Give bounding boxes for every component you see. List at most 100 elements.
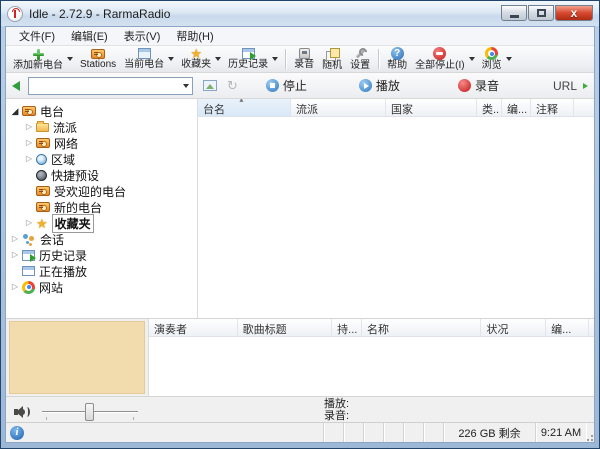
favorites-button[interactable]: ★ 收藏夹 <box>177 47 215 72</box>
column-encoding[interactable]: 编... <box>546 319 589 336</box>
collapse-icon[interactable]: ◢ <box>9 103 21 119</box>
back-icon[interactable] <box>12 80 20 91</box>
add-station-button[interactable]: 添加新电台 <box>9 47 67 72</box>
station-tree: ◢ 电台 ▷ 流派 ▷ 网络 ▷ 区域 快捷预设 受欢迎的电台 新的电台 ▷ ★… <box>6 99 198 318</box>
history-button[interactable]: 历史记录 <box>224 47 272 72</box>
address-dropdown[interactable] <box>183 83 189 88</box>
column-status[interactable]: 状况 <box>481 319 547 336</box>
tree-item-networks[interactable]: ▷ 网络 <box>6 135 197 151</box>
column-encoding[interactable]: 编... <box>502 99 531 116</box>
stop-icon <box>265 79 279 92</box>
status-cell <box>384 423 404 442</box>
record-icon <box>457 79 471 92</box>
record-status-label: 录音: <box>324 410 350 422</box>
current-station-button[interactable]: 当前电台 <box>120 47 168 72</box>
close-button[interactable]: x <box>555 5 593 21</box>
status-cell <box>344 423 364 442</box>
star-icon: ★ <box>36 215 48 231</box>
radio-icon <box>91 48 106 59</box>
column-type[interactable]: 类.. <box>477 99 502 116</box>
random-button[interactable]: 随机 <box>318 47 346 72</box>
current-station-dropdown[interactable] <box>168 57 175 61</box>
menu-edit[interactable]: 编辑(E) <box>64 26 115 46</box>
image-icon[interactable] <box>203 80 217 91</box>
address-combobox[interactable] <box>28 76 193 95</box>
menu-help[interactable]: 帮助(H) <box>169 26 220 46</box>
tree-item-genres[interactable]: ▷ 流派 <box>6 119 197 135</box>
expand-icon[interactable]: ▷ <box>9 231 21 247</box>
app-icon <box>7 5 23 22</box>
track-list-body[interactable] <box>149 337 594 396</box>
expand-icon[interactable]: ▷ <box>23 119 35 135</box>
maximize-button[interactable] <box>528 5 554 21</box>
stop-button[interactable]: 停止 <box>265 77 307 94</box>
add-station-dropdown[interactable] <box>67 57 73 61</box>
album-art-placeholder <box>9 321 145 394</box>
help-button[interactable]: 帮助 <box>383 47 411 72</box>
column-artist[interactable]: 演奏者 <box>149 319 238 336</box>
folder-icon <box>36 120 49 132</box>
play-status-label: 播放: <box>324 398 350 410</box>
speaker-icon[interactable] <box>14 405 32 419</box>
volume-row: 播放: 录音: <box>6 396 594 422</box>
toolbar-separator <box>378 49 380 69</box>
minimize-icon <box>509 14 519 18</box>
station-list-body[interactable] <box>198 117 594 318</box>
play-button[interactable]: 播放 <box>358 77 400 94</box>
expand-icon[interactable]: ▷ <box>23 151 35 167</box>
browse-dropdown[interactable] <box>505 57 512 61</box>
preset-icon <box>36 169 47 181</box>
column-name[interactable]: 名称 <box>362 319 482 336</box>
settings-button[interactable]: 设置 <box>346 47 374 72</box>
url-toggle[interactable]: URL <box>553 79 588 93</box>
tree-item-new-stations[interactable]: 新的电台 <box>6 199 197 215</box>
app-window: Idle - 2.72.9 - RarmaRadio x 文件(F) 编辑(E)… <box>0 0 600 449</box>
address-input[interactable] <box>29 78 180 93</box>
column-genre[interactable]: 流派 <box>291 99 386 116</box>
tree-item-stations[interactable]: ◢ 电台 <box>6 103 197 119</box>
tree-item-now-playing[interactable]: 正在播放 <box>6 263 197 279</box>
tree-item-history[interactable]: ▷ 历史记录 <box>6 247 197 263</box>
tree-item-favorites[interactable]: ▷ ★ 收藏夹 <box>6 213 197 233</box>
stations-button[interactable]: Stations <box>76 47 120 72</box>
tree-item-popular-stations[interactable]: 受欢迎的电台 <box>6 183 197 199</box>
history-icon <box>241 48 256 60</box>
record-button[interactable]: 录音 <box>457 77 499 94</box>
resize-grip[interactable] <box>586 423 594 442</box>
minimize-button[interactable] <box>501 5 527 21</box>
expand-icon[interactable]: ▷ <box>9 279 21 295</box>
volume-slider[interactable] <box>42 403 138 421</box>
expand-icon[interactable]: ▷ <box>23 215 35 231</box>
column-comment[interactable]: 注释 <box>531 99 574 116</box>
tree-item-quick-presets[interactable]: 快捷预设 <box>6 167 197 183</box>
menubar: 文件(F) 编辑(E) 表示(V) 帮助(H) <box>6 27 594 46</box>
history-dropdown[interactable] <box>272 57 279 61</box>
menu-view[interactable]: 表示(V) <box>117 26 168 46</box>
column-station-name[interactable]: 台名 <box>198 99 291 116</box>
radio-icon <box>36 202 50 212</box>
album-art-panel <box>6 319 148 396</box>
tree-item-sessions[interactable]: ▷ 会话 <box>6 231 197 247</box>
record-tool-button[interactable]: 录音 <box>290 47 318 72</box>
radio-icon <box>36 186 50 196</box>
menu-file[interactable]: 文件(F) <box>12 26 62 46</box>
recorder-icon <box>298 48 310 59</box>
stop-all-dropdown[interactable] <box>468 57 475 61</box>
expand-icon[interactable]: ▷ <box>23 135 35 151</box>
tree-item-regions[interactable]: ▷ 区域 <box>6 151 197 167</box>
disk-free-status: 226 GB 剩余 <box>444 423 536 442</box>
stop-all-button[interactable]: 全部停止(I) <box>411 47 468 72</box>
column-country[interactable]: 国家 <box>386 99 477 116</box>
favorites-dropdown[interactable] <box>215 57 222 61</box>
window-icon <box>22 266 35 276</box>
tree-item-websites[interactable]: ▷ 网站 <box>6 279 197 295</box>
browse-button[interactable]: 浏览 <box>478 47 506 72</box>
column-song-title[interactable]: 歌曲标题 <box>238 319 333 336</box>
station-table-header: 台名 流派 国家 类.. 编... 注释 <box>198 99 594 117</box>
statusbar: 226 GB 剩余 9:21 AM <box>6 422 594 442</box>
column-duration[interactable]: 持... <box>332 319 363 336</box>
status-message-cell <box>6 423 324 442</box>
volume-slider-thumb[interactable] <box>85 403 94 421</box>
expand-icon[interactable]: ▷ <box>9 247 21 263</box>
url-arrow-icon <box>583 82 588 89</box>
